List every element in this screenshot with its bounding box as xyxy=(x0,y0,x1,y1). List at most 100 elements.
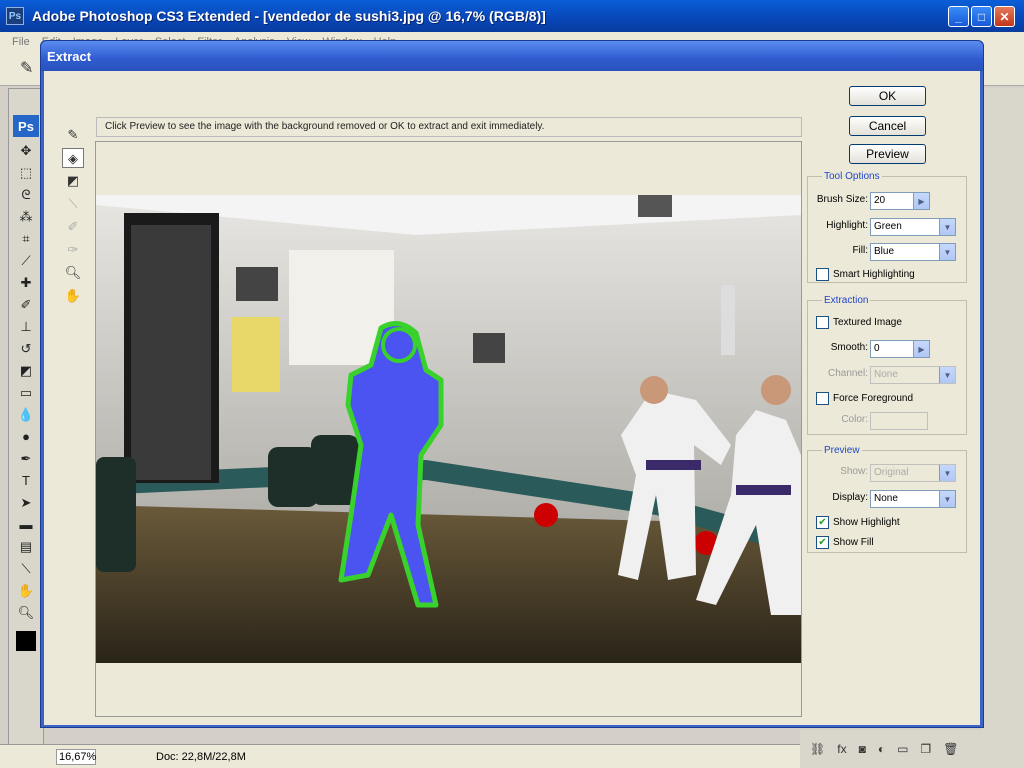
fill-label: Fill: xyxy=(852,245,868,256)
window-title: Adobe Photoshop CS3 Extended - [vendedor… xyxy=(32,8,546,24)
textured-image-label: Textured Image xyxy=(833,317,902,328)
eraser-icon[interactable]: ◩ xyxy=(62,171,84,191)
show-select[interactable]: Original ▼ xyxy=(870,464,956,482)
display-select[interactable]: None ▼ xyxy=(870,490,956,508)
checkmark-icon[interactable]: ✔ xyxy=(816,516,829,529)
slice-tool-icon[interactable]: ⟋ xyxy=(14,251,38,271)
eyedropper-tool-icon[interactable]: ⟍ xyxy=(14,559,38,579)
ps-app-icon: Ps xyxy=(6,7,24,25)
doc-size-info: Doc: 22,8M/22,8M xyxy=(156,750,246,763)
new-layer-icon[interactable]: ❐ xyxy=(920,742,931,756)
trash-icon[interactable]: 🗑︎ xyxy=(943,742,958,756)
folder-icon[interactable]: ▭ xyxy=(897,742,908,756)
hand-icon[interactable]: ✋ xyxy=(62,286,84,306)
history-brush-icon[interactable]: ↺ xyxy=(14,339,38,359)
ok-button[interactable]: OK xyxy=(849,86,926,106)
adjustment-icon[interactable]: ◐ xyxy=(878,742,885,756)
hand-tool-icon[interactable]: ✋ xyxy=(14,581,38,601)
link-icon[interactable]: ⛓ xyxy=(810,742,825,756)
highlight-select[interactable]: Green ▼ xyxy=(870,218,956,236)
photo-canvas[interactable] xyxy=(96,195,801,663)
notes-tool-icon[interactable]: ▤ xyxy=(14,537,38,557)
gradient-tool-icon[interactable]: ▭ xyxy=(14,383,38,403)
checkbox-box[interactable] xyxy=(816,316,829,329)
foreground-color-swatch[interactable] xyxy=(16,631,36,651)
display-value: None xyxy=(874,493,898,504)
smart-highlighting-label: Smart Highlighting xyxy=(833,269,915,280)
show-label: Show: xyxy=(840,466,868,477)
show-highlight-checkbox[interactable]: ✔ Show Highlight xyxy=(816,516,900,529)
brush-size-value: 20 xyxy=(874,195,886,206)
shape-tool-icon[interactable]: ▬ xyxy=(14,515,38,535)
channel-select[interactable]: None ▼ xyxy=(870,366,956,384)
force-foreground-label: Force Foreground xyxy=(833,393,914,404)
fill-tool-icon[interactable]: ◈ xyxy=(62,148,84,168)
eyedropper-icon[interactable]: ⟍ xyxy=(62,194,84,214)
fx-icon[interactable]: fx xyxy=(837,742,846,756)
brush-size-field[interactable]: 20 ▶ xyxy=(870,192,930,210)
pen-tool-icon[interactable]: ✒ xyxy=(14,449,38,469)
eraser-tool-icon[interactable]: ◩ xyxy=(14,361,38,381)
maximize-button[interactable]: □ xyxy=(971,6,992,27)
textured-image-checkbox[interactable]: Textured Image xyxy=(816,316,902,329)
channel-value: None xyxy=(874,369,898,380)
zoom-tool-icon[interactable]: 🔍︎ xyxy=(14,603,38,623)
chevron-down-icon[interactable]: ▼ xyxy=(939,244,955,260)
fill-select[interactable]: Blue ▼ xyxy=(870,243,956,261)
status-bar: 16,67% Doc: 22,8M/22,8M xyxy=(0,744,800,768)
zoom-level-field[interactable]: 16,67% xyxy=(56,748,96,765)
chevron-down-icon[interactable]: ▼ xyxy=(939,491,955,507)
image-preview-area[interactable] xyxy=(95,141,802,717)
stamp-tool-icon[interactable]: ⊥ xyxy=(14,317,38,337)
edge-touchup-icon[interactable]: ✑ xyxy=(62,240,84,260)
menu-file[interactable]: File xyxy=(12,36,30,48)
layers-panel-footer: ⛓ fx ◙ ◐ ▭ ❐ 🗑︎ xyxy=(800,730,1024,768)
mask-icon[interactable]: ◙ xyxy=(859,742,866,756)
marquee-tool-icon[interactable]: ⬚ xyxy=(14,163,38,183)
close-button[interactable]: ✕ xyxy=(994,6,1015,27)
cancel-button[interactable]: Cancel xyxy=(849,116,926,136)
chevron-down-icon[interactable]: ▼ xyxy=(939,465,955,481)
dialog-title: Extract xyxy=(41,41,983,71)
checkmark-icon[interactable]: ✔ xyxy=(816,536,829,549)
display-label: Display: xyxy=(832,492,868,503)
minimize-button[interactable]: _ xyxy=(948,6,969,27)
healing-tool-icon[interactable]: ✚ xyxy=(14,273,38,293)
crop-tool-icon[interactable]: ⌗ xyxy=(14,229,38,249)
dodge-tool-icon[interactable]: ● xyxy=(14,427,38,447)
brush-size-slider-button[interactable]: ▶ xyxy=(913,193,929,209)
smart-highlighting-checkbox[interactable]: Smart Highlighting xyxy=(816,268,915,281)
smooth-label: Smooth: xyxy=(830,342,868,353)
show-value: Original xyxy=(874,467,909,478)
preview-group: Preview Show: Original ▼ Display: None ▼ ✔… xyxy=(807,445,967,553)
smooth-field[interactable]: 0 ▶ xyxy=(870,340,930,358)
lasso-tool-icon[interactable]: ᘓ xyxy=(14,185,38,205)
right-panel-dock xyxy=(982,88,1024,748)
preview-button[interactable]: Preview xyxy=(849,144,926,164)
highlight-label: Highlight: xyxy=(826,220,868,231)
title-bar: Ps Adobe Photoshop CS3 Extended - [vende… xyxy=(0,0,1024,32)
checkbox-box[interactable] xyxy=(816,392,829,405)
extraction-group: Extraction Textured Image Smooth: 0 ▶ Cha… xyxy=(807,295,967,435)
chevron-down-icon[interactable]: ▼ xyxy=(939,367,955,383)
edge-highlighter-icon[interactable]: ✎ xyxy=(62,125,84,145)
tool-options-legend: Tool Options xyxy=(824,171,880,182)
fill-value: Blue xyxy=(874,246,895,257)
show-fill-checkbox[interactable]: ✔ Show Fill xyxy=(816,536,874,549)
force-foreground-checkbox[interactable]: Force Foreground xyxy=(816,392,913,405)
move-tool-icon[interactable]: ✥ xyxy=(14,141,38,161)
color-swatch[interactable] xyxy=(870,412,928,430)
magic-wand-icon[interactable]: ⁂ xyxy=(14,207,38,227)
blur-tool-icon[interactable]: 💧 xyxy=(14,405,38,425)
path-select-icon[interactable]: ➤ xyxy=(14,493,38,513)
checkbox-box[interactable] xyxy=(816,268,829,281)
smooth-slider-button[interactable]: ▶ xyxy=(913,341,929,357)
cleanup-tool-icon[interactable]: ✐ xyxy=(62,217,84,237)
chevron-down-icon[interactable]: ▼ xyxy=(939,219,955,235)
zoom-icon[interactable]: 🔍︎ xyxy=(62,263,84,283)
brush-tool-icon[interactable]: ✐ xyxy=(14,295,38,315)
eraser-tool-icon[interactable]: ✎ xyxy=(20,58,42,80)
smooth-value: 0 xyxy=(874,343,880,354)
brush-size-label: Brush Size: xyxy=(816,194,868,205)
type-tool-icon[interactable]: T xyxy=(14,471,38,491)
